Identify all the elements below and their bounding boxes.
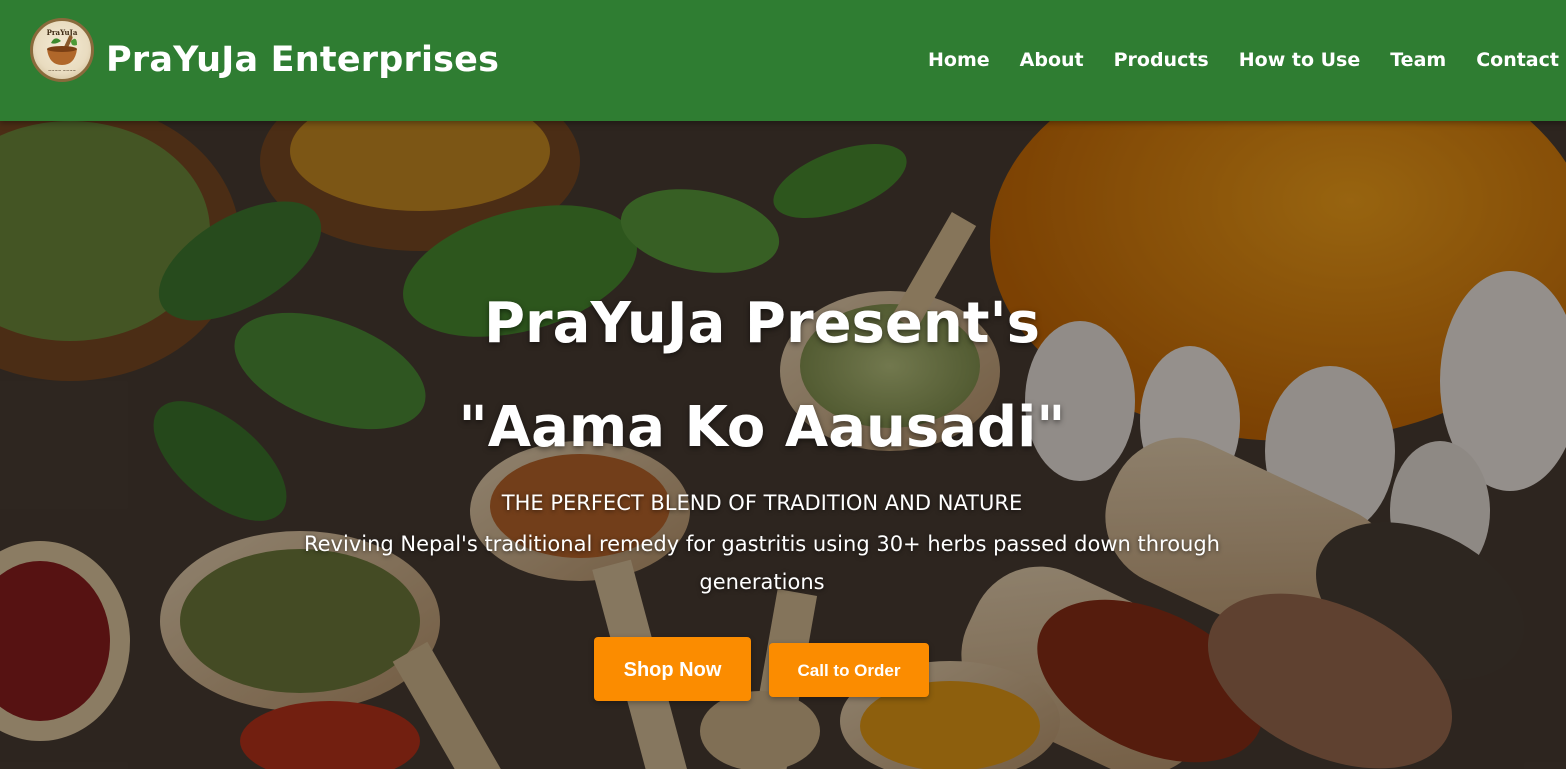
nav-team[interactable]: Team: [1390, 46, 1446, 74]
svg-text:PraYuJa: PraYuJa: [47, 28, 78, 37]
site-header: PraYuJa ~~~~ ~~~~ PraYuJa Enterprises Ho…: [0, 0, 1566, 121]
brand-name[interactable]: PraYuJa Enterprises: [106, 36, 499, 84]
nav-about[interactable]: About: [1020, 46, 1084, 74]
hero-content: PraYuJa Present's "Aama Ko Aausadi" THE …: [0, 121, 1566, 769]
shop-now-button[interactable]: Shop Now: [594, 637, 751, 701]
nav-contact[interactable]: Contact: [1476, 46, 1559, 74]
hero-tagline: THE PERFECT BLEND OF TRADITION AND NATUR…: [501, 491, 1023, 515]
hero-product-name: "Aama Ko Aausadi": [458, 395, 1066, 460]
call-to-order-button[interactable]: Call to Order: [769, 643, 929, 697]
main-nav: Home About Products How to Use Team Cont…: [928, 46, 1566, 74]
nav-how-to-use[interactable]: How to Use: [1239, 46, 1361, 74]
hero-description: Reviving Nepal's traditional remedy for …: [303, 532, 1220, 594]
page: PraYuJa ~~~~ ~~~~ PraYuJa Enterprises Ho…: [0, 0, 1566, 769]
brand-logo[interactable]: PraYuJa ~~~~ ~~~~: [30, 18, 94, 82]
svg-text:~~~~ ~~~~: ~~~~ ~~~~: [48, 68, 76, 73]
hero-section: PraYuJa Present's "Aama Ko Aausadi" THE …: [0, 121, 1566, 769]
nav-products[interactable]: Products: [1114, 46, 1209, 74]
hero-title: PraYuJa Present's: [484, 291, 1040, 356]
nav-home[interactable]: Home: [928, 46, 990, 74]
mortar-pestle-icon: PraYuJa ~~~~ ~~~~: [47, 28, 78, 73]
